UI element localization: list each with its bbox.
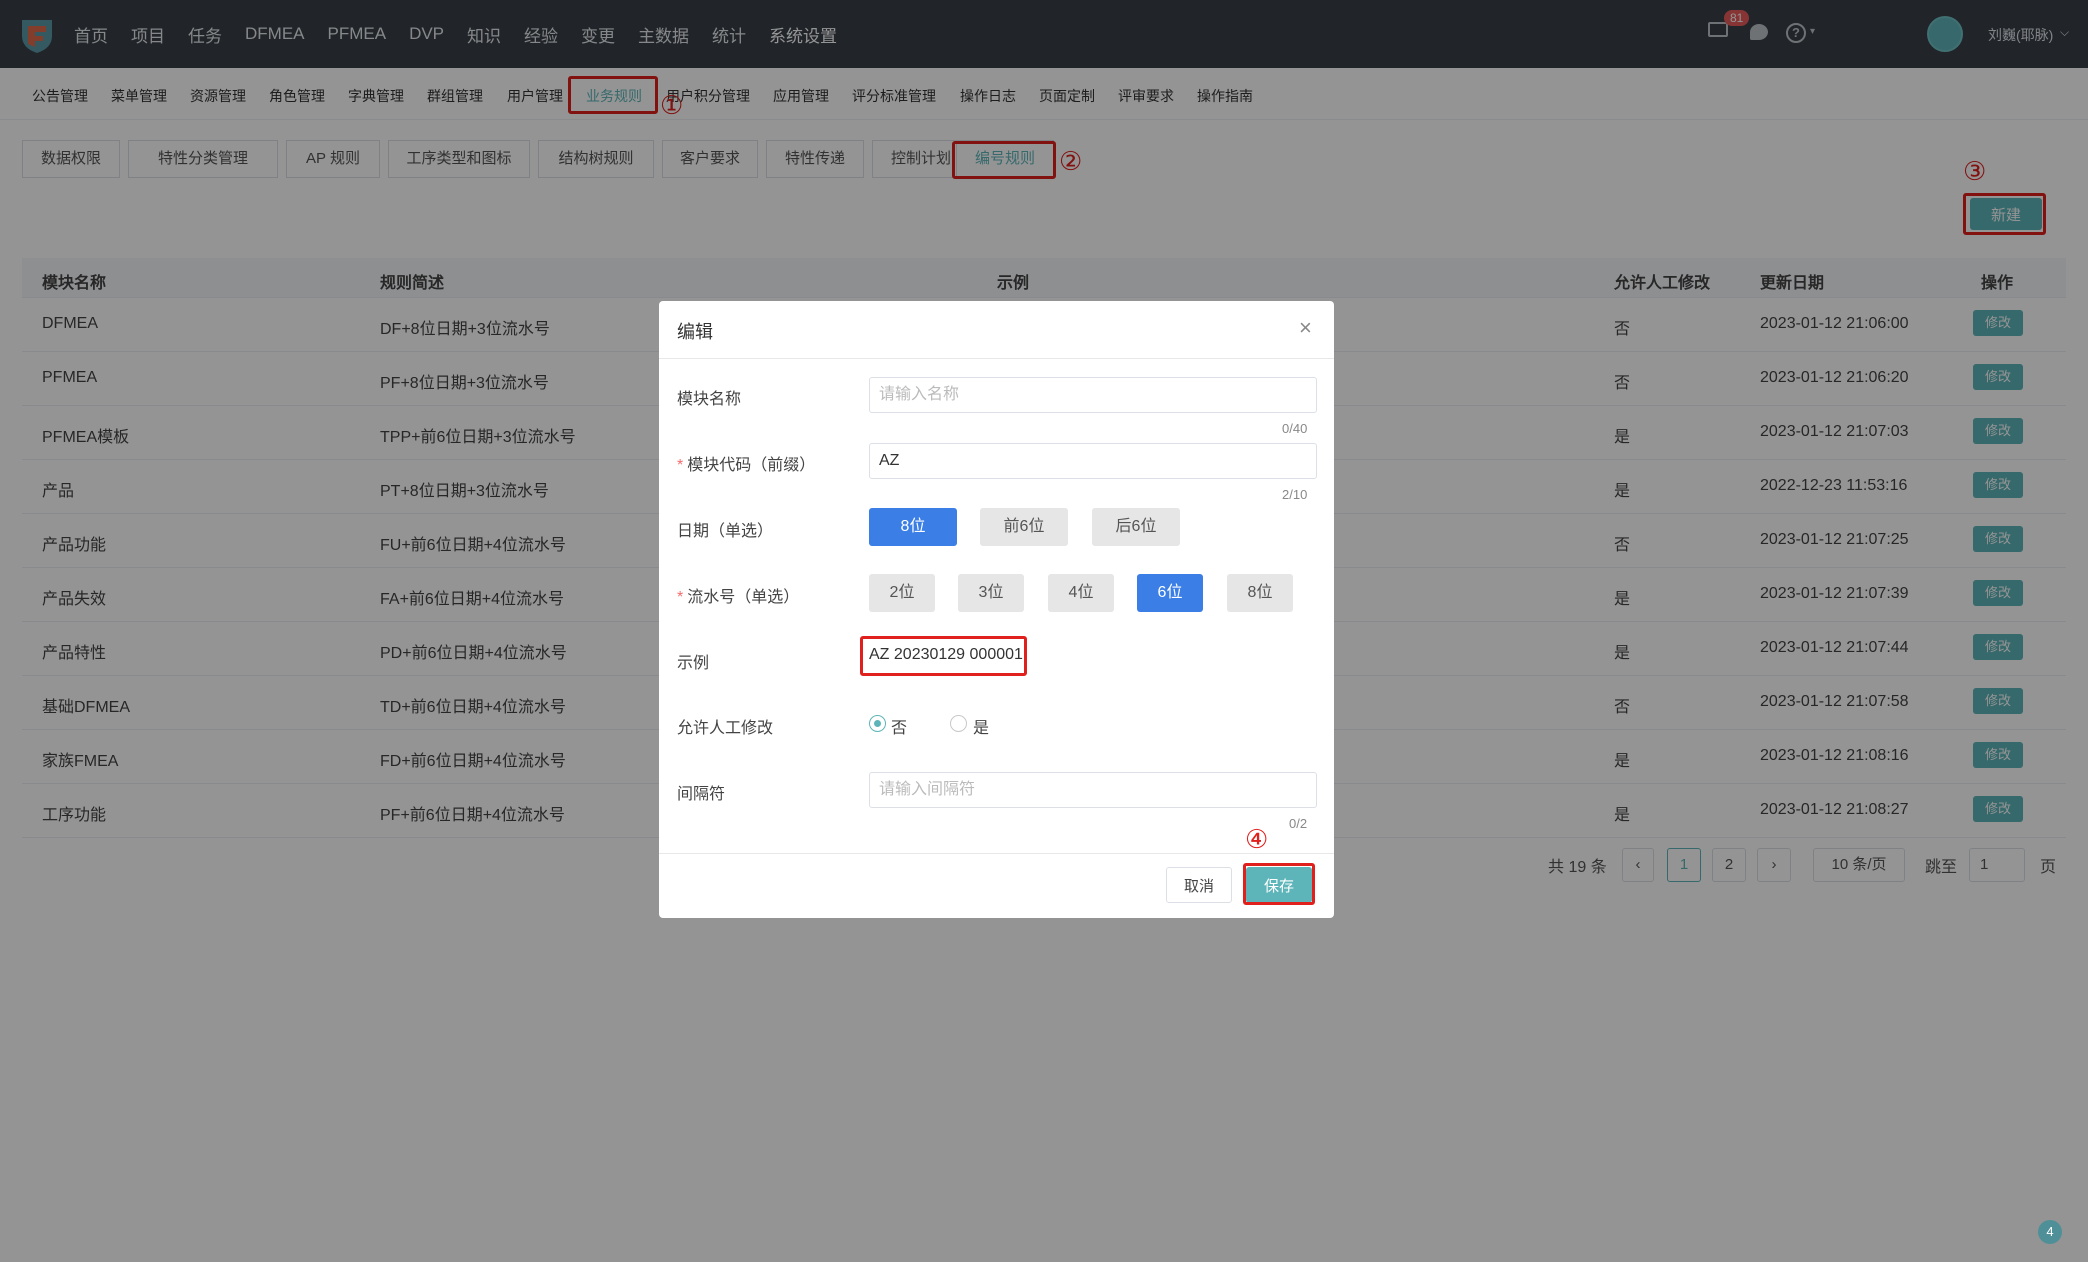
serial-option-8[interactable]: 8位 bbox=[1227, 574, 1293, 612]
separator-input[interactable] bbox=[869, 772, 1317, 808]
manual-edit-radio-yes[interactable] bbox=[950, 715, 967, 732]
annotation-box-save bbox=[1243, 863, 1315, 905]
dialog-header: 编辑 × bbox=[659, 301, 1334, 359]
serial-label-text: 流水号（单选） bbox=[687, 589, 800, 606]
serial-option-3[interactable]: 3位 bbox=[958, 574, 1024, 612]
dialog-footer-divider bbox=[659, 853, 1334, 854]
dialog-title: 编辑 bbox=[677, 322, 713, 342]
module-name-input[interactable] bbox=[869, 377, 1317, 413]
date-option-8[interactable]: 8位 bbox=[869, 508, 957, 546]
edit-dialog: 编辑 × 模块名称 0/40 *模块代码（前缀） 2/10 日期（单选） 8位 … bbox=[659, 301, 1334, 918]
manual-edit-radio-no[interactable] bbox=[869, 715, 886, 732]
module-name-label: 模块名称 bbox=[677, 391, 742, 408]
date-label: 日期（单选） bbox=[677, 523, 774, 540]
module-code-counter: 2/10 bbox=[1282, 487, 1308, 502]
module-code-input[interactable] bbox=[869, 443, 1317, 479]
separator-label: 间隔符 bbox=[677, 786, 726, 803]
example-label: 示例 bbox=[677, 655, 710, 672]
module-name-counter: 0/40 bbox=[1282, 421, 1308, 436]
manual-edit-no-label[interactable]: 否 bbox=[891, 714, 907, 738]
manual-edit-yes-label[interactable]: 是 bbox=[973, 714, 989, 738]
annotation-box-example bbox=[860, 636, 1027, 676]
manual-edit-label: 允许人工修改 bbox=[677, 720, 774, 737]
serial-option-2[interactable]: 2位 bbox=[869, 574, 935, 612]
module-code-label: * 模块代码（前缀） bbox=[677, 451, 815, 475]
serial-option-4[interactable]: 4位 bbox=[1048, 574, 1114, 612]
required-mark: * bbox=[677, 589, 684, 606]
close-icon[interactable]: × bbox=[1299, 315, 1312, 341]
date-option-last6[interactable]: 后6位 bbox=[1092, 508, 1180, 546]
serial-label: * 流水号（单选） bbox=[677, 583, 799, 607]
date-option-first6[interactable]: 前6位 bbox=[980, 508, 1068, 546]
cancel-button[interactable]: 取消 bbox=[1166, 867, 1232, 903]
module-code-label-text: 模块代码（前缀） bbox=[687, 457, 816, 474]
serial-option-6[interactable]: 6位 bbox=[1137, 574, 1203, 612]
separator-counter: 0/2 bbox=[1289, 816, 1308, 831]
required-mark: * bbox=[677, 457, 684, 474]
corner-badge[interactable]: 4 bbox=[2038, 1220, 2062, 1244]
annotation-4: ④ bbox=[1245, 824, 1269, 854]
